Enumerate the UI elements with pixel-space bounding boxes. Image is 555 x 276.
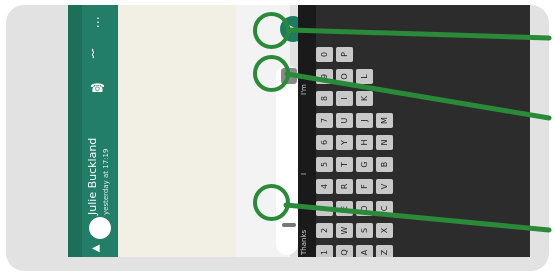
- screenshot-stage: ◀ Julie Buckland yesterday at 17:19 ☎ ⌇ …: [0, 0, 555, 276]
- callout-arrows: [283, 27, 552, 233]
